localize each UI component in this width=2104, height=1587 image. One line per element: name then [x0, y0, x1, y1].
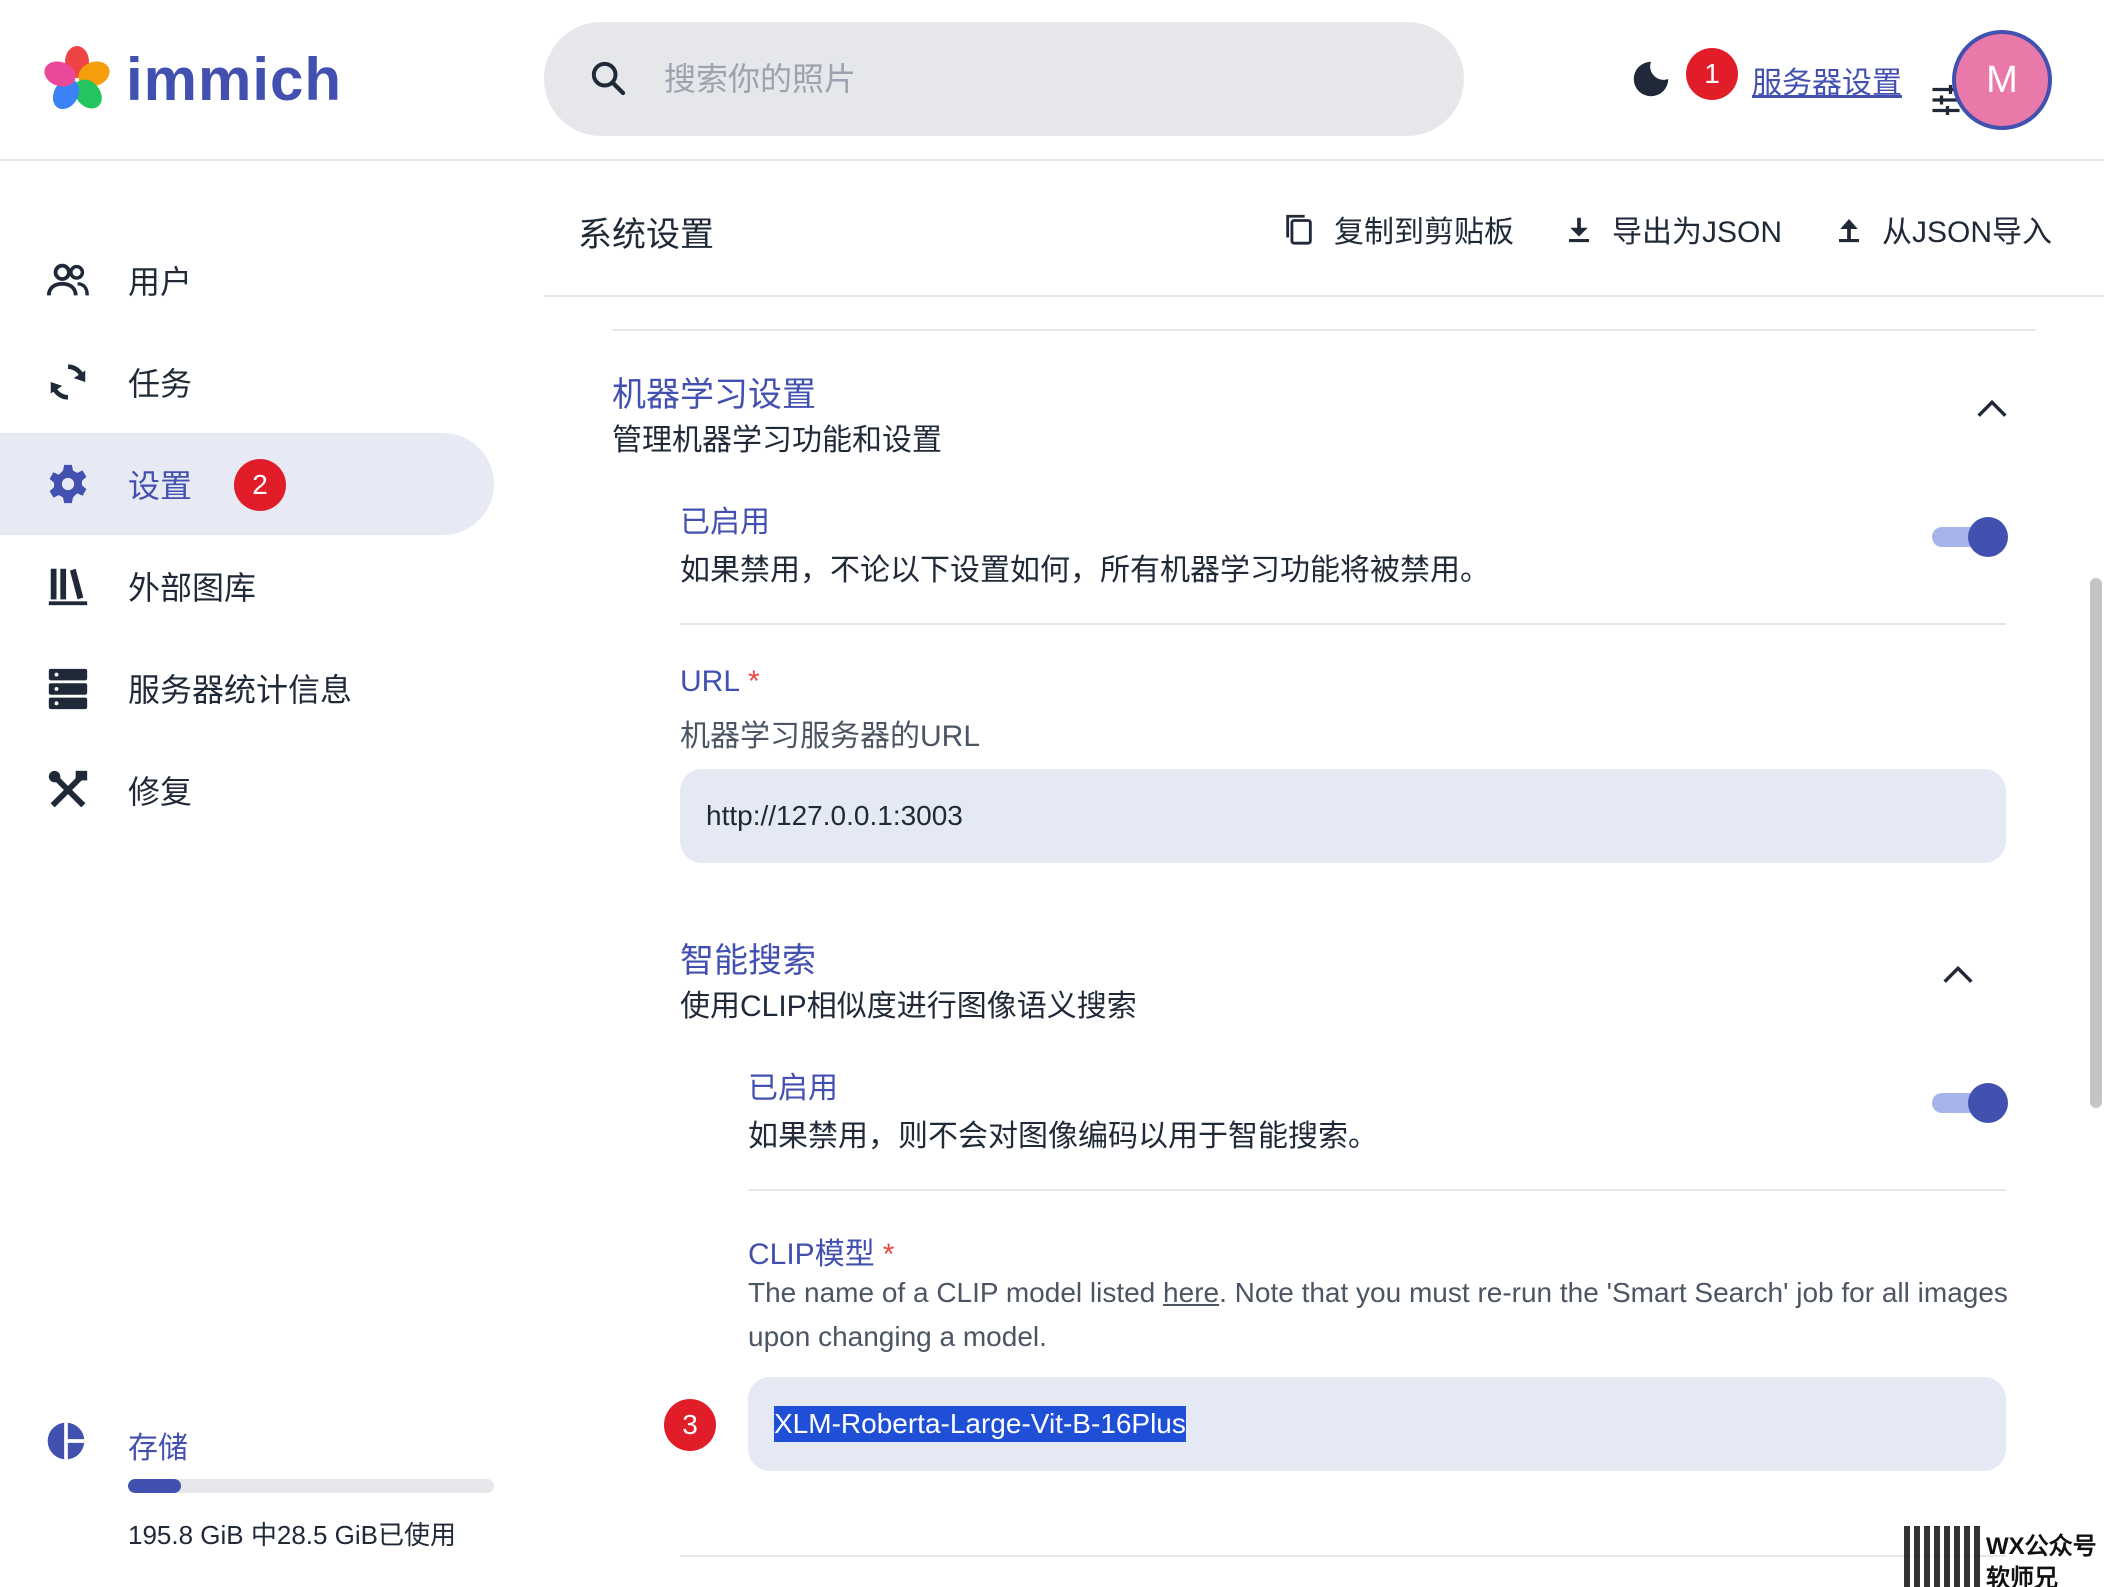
url-label-text: URL — [680, 665, 741, 698]
main-scrollbar[interactable] — [2090, 578, 2102, 1108]
upload-icon — [1834, 212, 1864, 246]
section-divider — [680, 1555, 2006, 1557]
export-json-button[interactable]: 导出为JSON — [1564, 207, 1782, 251]
smart-search-desc: 使用CLIP相似度进行图像语义搜索 — [680, 990, 1137, 1023]
copy-icon — [1282, 210, 1316, 248]
ml-settings-title[interactable]: 机器学习设置 — [612, 367, 816, 416]
main-panel: 系统设置 复制到剪贴板 导出为JSON 从JSON导入 机器学习设置 管理机器学… — [544, 161, 2104, 1587]
settings-content: 机器学习设置 管理机器学习功能和设置 已启用 如果禁用，不论以下设置如何，所有机… — [544, 297, 2104, 1587]
avatar-initial: M — [1986, 58, 2018, 101]
copy-to-clipboard-button[interactable]: 复制到剪贴板 — [1282, 207, 1514, 251]
watermark: WX公众号 软师兄 — [1904, 1526, 2104, 1587]
ml-enabled-label: 已启用 — [680, 506, 770, 539]
download-icon — [1564, 212, 1594, 246]
sidebar-item-settings[interactable]: 设置 2 — [0, 433, 494, 535]
field-divider — [680, 623, 2006, 625]
search-icon[interactable] — [588, 58, 628, 103]
settings-toolbar: 系统设置 复制到剪贴板 导出为JSON 从JSON导入 — [544, 161, 2104, 297]
chevron-up-icon[interactable] — [1938, 955, 1978, 995]
pie-chart-icon — [44, 1419, 88, 1468]
sidebar-item-label: 服务器统计信息 — [128, 672, 353, 708]
sidebar: 用户 任务 设置 2 外部图库 服务器统计信息 修复 存储 195.8 GiB … — [0, 161, 510, 1587]
sidebar-item-jobs[interactable]: 任务 — [0, 331, 494, 433]
top-header: immich 1 服务器设置 M — [0, 0, 2104, 161]
storage-label: 存储 — [128, 1432, 188, 1465]
step-badge-2: 2 — [234, 459, 286, 511]
tools-icon — [44, 766, 92, 814]
url-value: http://127.0.0.1:3003 — [706, 800, 963, 831]
section-divider — [612, 329, 2036, 331]
sidebar-item-label: 任务 — [128, 366, 193, 402]
sync-icon — [44, 358, 92, 406]
step-badge-1: 1 — [1686, 48, 1738, 100]
immich-logo[interactable]: immich — [42, 44, 342, 114]
gear-icon — [44, 460, 92, 508]
sidebar-item-label: 外部图库 — [128, 570, 257, 606]
search-input[interactable] — [664, 50, 1344, 108]
chevron-up-icon[interactable] — [1972, 389, 2012, 429]
smart-search-enabled-label: 已启用 — [748, 1072, 838, 1105]
sidebar-item-label: 设置 — [128, 468, 193, 504]
url-input[interactable]: http://127.0.0.1:3003 — [680, 769, 2006, 863]
users-icon — [44, 256, 92, 304]
url-desc: 机器学习服务器的URL — [680, 720, 981, 753]
clip-model-label-text: CLIP模型 — [748, 1238, 875, 1271]
page-title: 系统设置 — [578, 216, 714, 254]
storage-progress-bar — [128, 1479, 494, 1493]
clip-model-help: The name of a CLIP model listed here. No… — [748, 1271, 2010, 1359]
clip-models-link[interactable]: here — [1163, 1277, 1219, 1308]
import-label: 从JSON导入 — [1882, 216, 2053, 249]
toggle-knob — [1968, 1083, 2008, 1123]
clip-help-text-1: The name of a CLIP model listed — [748, 1277, 1164, 1308]
qr-code-image — [1904, 1526, 1980, 1587]
clip-model-value: XLM-Roberta-Large-Vit-B-16Plus — [774, 1406, 1186, 1442]
search-bar[interactable] — [544, 22, 1960, 136]
import-json-button[interactable]: 从JSON导入 — [1834, 207, 2052, 251]
watermark-line-2: 软师兄 — [1986, 1565, 2058, 1587]
ml-enabled-toggle[interactable] — [1930, 515, 2010, 559]
clip-model-input[interactable]: XLM-Roberta-Large-Vit-B-16Plus — [748, 1377, 2006, 1471]
sidebar-item-server-stats[interactable]: 服务器统计信息 — [0, 637, 494, 739]
clip-model-label: CLIP模型 * — [748, 1229, 894, 1273]
smart-search-title[interactable]: 智能搜索 — [680, 933, 816, 982]
copy-label: 复制到剪贴板 — [1334, 216, 1514, 249]
sidebar-item-label: 用户 — [128, 264, 193, 300]
toggle-knob — [1968, 517, 2008, 557]
server-icon — [44, 664, 92, 712]
server-settings-link[interactable]: 服务器设置 — [1752, 58, 1902, 102]
sidebar-item-label: 修复 — [128, 774, 193, 810]
ml-settings-desc: 管理机器学习功能和设置 — [612, 424, 942, 457]
app-name: immich — [126, 45, 343, 113]
sidebar-item-external-libraries[interactable]: 外部图库 — [0, 535, 494, 637]
smart-search-enabled-desc: 如果禁用，则不会对图像编码以用于智能搜索。 — [748, 1120, 1378, 1153]
watermark-line-1: WX公众号 — [1986, 1533, 2097, 1560]
required-asterisk: * — [882, 1238, 895, 1271]
step-badge-3: 3 — [664, 1399, 716, 1451]
required-asterisk: * — [748, 665, 760, 698]
theme-toggle-moon-icon[interactable] — [1628, 56, 1674, 107]
export-label: 导出为JSON — [1612, 216, 1783, 249]
storage-usage-text: 195.8 GiB 中28.5 GiB已使用 — [128, 1520, 457, 1550]
library-icon — [44, 562, 92, 610]
smart-search-enabled-toggle[interactable] — [1930, 1081, 2010, 1125]
user-avatar[interactable]: M — [1952, 30, 2052, 130]
field-divider — [748, 1189, 2006, 1191]
storage-progress-fill — [128, 1479, 182, 1493]
sidebar-item-repair[interactable]: 修复 — [0, 739, 494, 841]
app-root: immich 1 服务器设置 M 用户 — [0, 0, 2104, 1587]
url-label: URL * — [680, 665, 760, 699]
ml-enabled-desc: 如果禁用，不论以下设置如何，所有机器学习功能将被禁用。 — [680, 554, 1490, 587]
immich-logo-icon — [44, 46, 110, 110]
sidebar-item-users[interactable]: 用户 — [0, 229, 494, 331]
